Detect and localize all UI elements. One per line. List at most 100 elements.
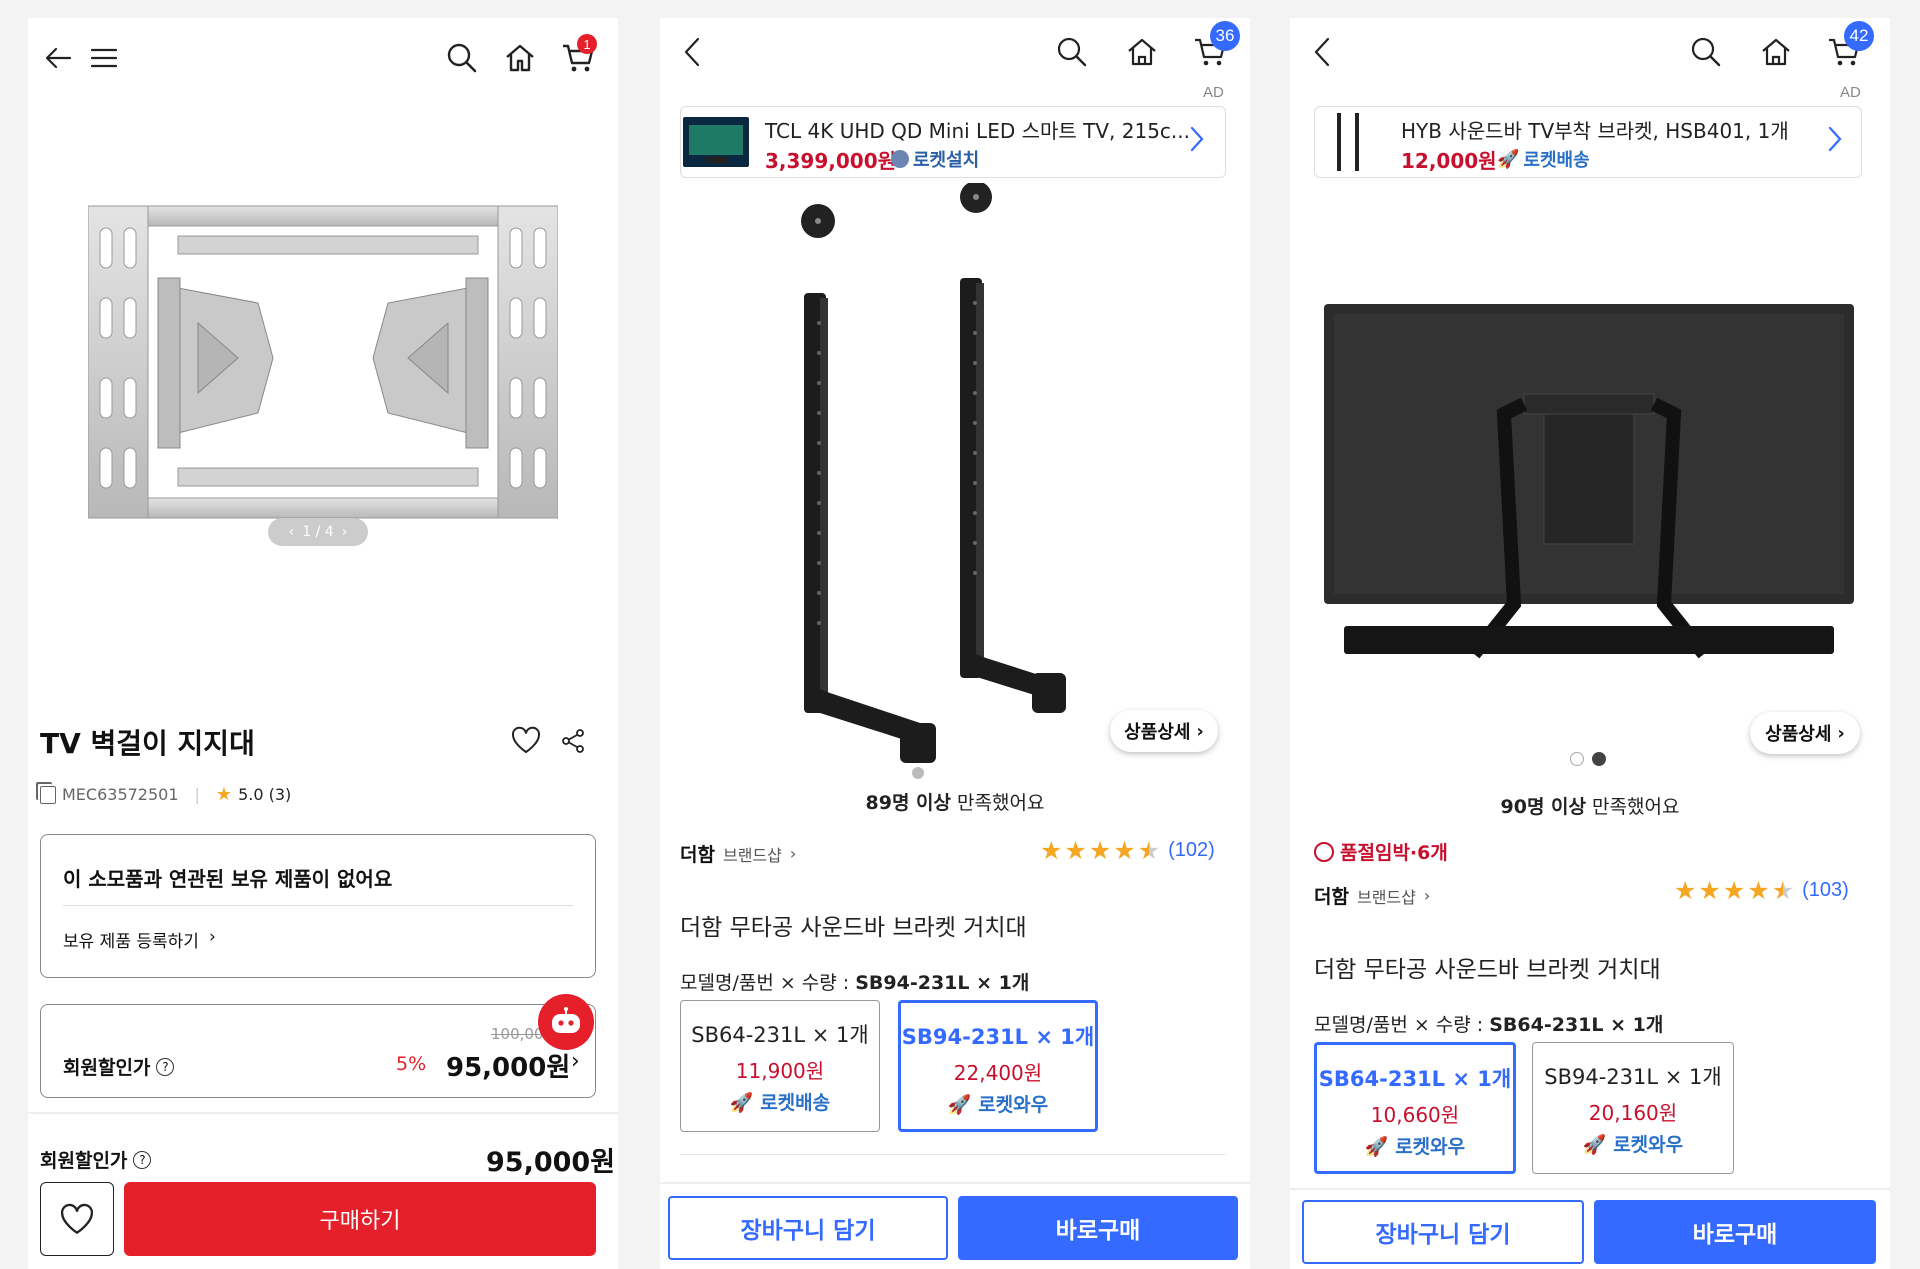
satisfaction-count: 90명 이상	[1500, 796, 1587, 818]
product-detail-button[interactable]: 상품상세 ›	[1110, 710, 1218, 752]
home-icon[interactable]	[1756, 32, 1796, 72]
option-delivery: 🚀 로켓와우	[901, 1090, 1095, 1117]
alarm-clock-icon	[1314, 841, 1334, 862]
product-detail-label: 상품상세	[1124, 722, 1191, 743]
divider	[660, 1182, 1250, 1184]
coupang-product-screen-2: 42 AD HYB 사운드바 TV부착 브라켓, HSB401, 1개 12,0…	[1290, 18, 1890, 1269]
search-icon[interactable]	[442, 38, 482, 78]
option-name: SB94-231L × 1개	[1544, 1065, 1722, 1089]
product-image[interactable]	[790, 181, 1080, 793]
back-arrow-icon[interactable]	[40, 40, 76, 76]
option-delivery: 🚀 로켓와우	[1317, 1132, 1513, 1159]
pager-next-icon[interactable]: ›	[342, 524, 348, 540]
cart-count-badge: 1	[577, 34, 597, 54]
star-icon: ★	[1674, 876, 1697, 905]
coupang-product-screen-1: 36 AD TCL 4K UHD QD Mini LED 스마트 TV, 215…	[660, 18, 1250, 1269]
star-icon: ★	[1747, 876, 1770, 905]
option-label: 모델명/품번 × 수량 :	[1314, 1014, 1490, 1036]
chevron-right-icon: ›	[208, 927, 216, 947]
option-selected: SB64-231L × 1개	[1489, 1014, 1664, 1036]
page-dot-active[interactable]	[1592, 752, 1606, 766]
product-detail-label: 상품상세	[1765, 724, 1832, 745]
half-star-icon: ★	[1137, 836, 1161, 865]
rocket-icon: 🚀	[1497, 148, 1520, 170]
option-card[interactable]: SB94-231L × 1개 20,160원 🚀 로켓와우	[1532, 1042, 1734, 1174]
satisfaction-rest: 만족했어요	[951, 792, 1045, 814]
option-delivery-label: 로켓와우	[1613, 1134, 1684, 1156]
product-rating[interactable]: 5.0 (3)	[238, 785, 291, 804]
rocket-wow-icon: 🚀	[1582, 1134, 1607, 1156]
product-code: MEC63572501	[62, 785, 179, 804]
buy-now-button[interactable]: 바로구매	[1594, 1200, 1876, 1264]
ad-tag: AD	[1840, 84, 1861, 101]
ad-title: TCL 4K UHD QD Mini LED 스마트 TV, 215c...	[765, 119, 1190, 143]
rocket-wow-icon: 🚀	[947, 1094, 972, 1116]
buy-now-button[interactable]: 바로구매	[958, 1196, 1238, 1260]
option-card-selected[interactable]: SB94-231L × 1개 22,400원 🚀 로켓와우	[898, 1000, 1098, 1132]
copy-icon[interactable]	[40, 785, 56, 804]
register-link-label: 보유 제품 등록하기	[63, 932, 199, 952]
add-to-cart-button[interactable]: 장바구니 담기	[1302, 1200, 1584, 1264]
help-icon[interactable]: ?	[156, 1057, 175, 1076]
wishlist-heart-icon[interactable]	[508, 722, 544, 758]
ad-banner[interactable]: TCL 4K UHD QD Mini LED 스마트 TV, 215c... 3…	[680, 106, 1226, 178]
option-card-selected[interactable]: SB64-231L × 1개 10,660원 🚀 로켓와우	[1314, 1042, 1516, 1174]
ad-banner[interactable]: HYB 사운드바 TV부착 브라켓, HSB401, 1개 12,000원 🚀 …	[1314, 106, 1862, 178]
search-icon[interactable]	[1052, 32, 1092, 72]
buy-button[interactable]: 구매하기	[124, 1182, 596, 1256]
ad-delivery-label: 로켓설치	[913, 150, 980, 171]
brand-shop-link: 브랜드샵	[1356, 887, 1416, 907]
divider	[28, 1112, 618, 1114]
product-detail-button[interactable]: 상품상세 ›	[1750, 712, 1860, 754]
option-name: SB64-231L × 1개	[1318, 1067, 1512, 1091]
cart-count-badge: 42	[1844, 21, 1874, 51]
ad-thumbnail	[683, 117, 749, 167]
divider	[63, 905, 573, 906]
search-icon[interactable]	[1686, 32, 1726, 72]
back-chevron-icon[interactable]	[1304, 32, 1340, 72]
brand-shop-link: 브랜드샵	[722, 845, 782, 865]
home-icon[interactable]	[500, 38, 540, 78]
option-price: 20,160원	[1588, 1101, 1678, 1125]
star-icon: ★	[1698, 876, 1721, 905]
stock-alert-label: 품절임박·6개	[1340, 842, 1448, 864]
page-dot[interactable]	[1570, 752, 1584, 766]
rating-stars[interactable]: ★ ★ ★ ★ ★ (102)	[1040, 836, 1215, 865]
image-pager[interactable]: ‹ 1 / 4 ›	[268, 518, 368, 546]
register-product-link[interactable]: 보유 제품 등록하기 ›	[63, 927, 216, 952]
discount-rate: 5%	[396, 1053, 427, 1075]
ad-delivery-label: 로켓배송	[1523, 150, 1590, 171]
option-delivery-label: 로켓와우	[978, 1094, 1049, 1116]
divider	[1290, 1188, 1890, 1190]
help-icon[interactable]: ?	[133, 1150, 152, 1169]
brand-row[interactable]: 더함 브랜드샵 ›	[680, 840, 796, 867]
chevron-right-icon: ›	[1423, 886, 1431, 905]
option-delivery-label: 로켓와우	[1395, 1136, 1466, 1158]
chatbot-icon[interactable]	[538, 994, 594, 1050]
satisfaction-count: 89명 이상	[865, 792, 952, 814]
pager-prev-icon[interactable]: ‹	[289, 524, 295, 540]
menu-icon[interactable]	[86, 40, 122, 76]
member-price-label-row: 회원할인가 ?	[63, 1053, 175, 1080]
rating-stars[interactable]: ★ ★ ★ ★ ★ (103)	[1674, 876, 1849, 905]
add-to-cart-button[interactable]: 장바구니 담기	[668, 1196, 948, 1260]
product-image[interactable]	[87, 198, 559, 538]
back-chevron-icon[interactable]	[674, 32, 710, 72]
wishlist-button[interactable]	[40, 1182, 114, 1256]
bottom-price: 95,000원	[486, 1147, 616, 1178]
chevron-right-icon: ›	[1837, 722, 1845, 744]
satisfaction-text: 90명 이상 만족했어요	[1290, 792, 1890, 819]
brand-row[interactable]: 더함 브랜드샵 ›	[1314, 882, 1430, 909]
share-icon[interactable]	[556, 724, 590, 758]
price-box[interactable]: 회원할인가 ? 100,000 5% 95,000원 ›	[40, 1004, 596, 1098]
ad-thumbnail	[1331, 111, 1367, 173]
home-icon[interactable]	[1122, 32, 1162, 72]
satisfaction-rest: 만족했어요	[1586, 796, 1680, 818]
option-label-row: 모델명/품번 × 수량 : SB64-231L × 1개	[1314, 1010, 1663, 1037]
option-card[interactable]: SB64-231L × 1개 11,900원 🚀 로켓배송	[680, 1000, 880, 1132]
product-image[interactable]	[1324, 304, 1854, 674]
pager-text: 1 / 4	[302, 524, 334, 540]
star-icon: ★	[1040, 836, 1063, 865]
ad-delivery: 로켓설치	[891, 146, 979, 172]
bottom-price-label-row: 회원할인가 ?	[40, 1146, 152, 1173]
